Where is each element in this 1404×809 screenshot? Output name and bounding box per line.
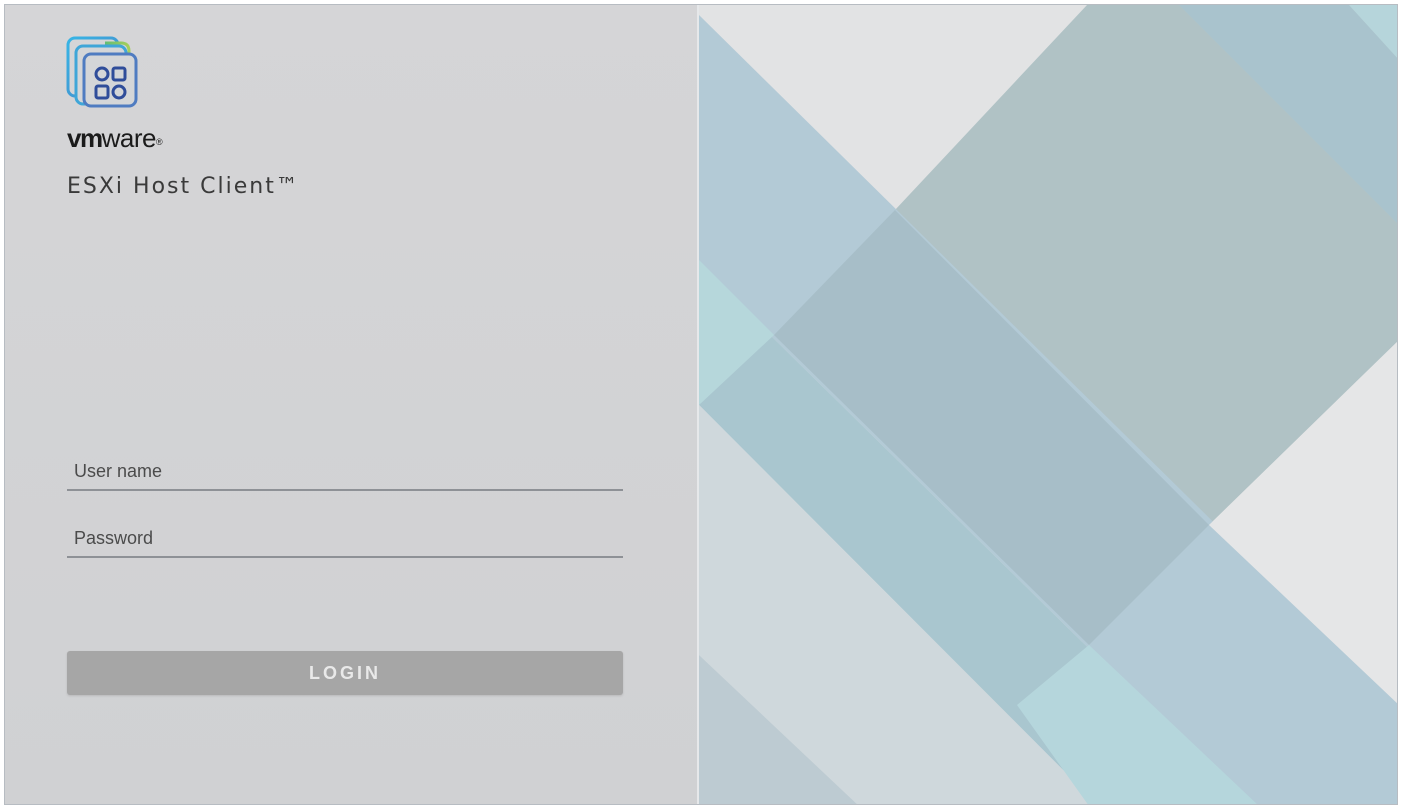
registered-mark: ® xyxy=(155,137,163,147)
login-panel: vmware® ESXi Host Client™ LOGIN xyxy=(5,5,697,804)
vmware-host-client-logo-icon xyxy=(66,36,138,108)
username-input[interactable] xyxy=(67,457,623,491)
vmware-wordmark: vmware® xyxy=(67,123,163,153)
diagonal-pattern-graphic xyxy=(699,5,1397,804)
password-input[interactable] xyxy=(67,524,623,558)
wordmark-vm: vm xyxy=(67,123,103,153)
product-title: ESXi Host Client™ xyxy=(67,174,300,199)
login-page: vmware® ESXi Host Client™ LOGIN xyxy=(4,4,1398,805)
decorative-pattern xyxy=(699,5,1397,804)
wordmark-ware: ware xyxy=(101,123,157,153)
login-button[interactable]: LOGIN xyxy=(67,651,623,695)
